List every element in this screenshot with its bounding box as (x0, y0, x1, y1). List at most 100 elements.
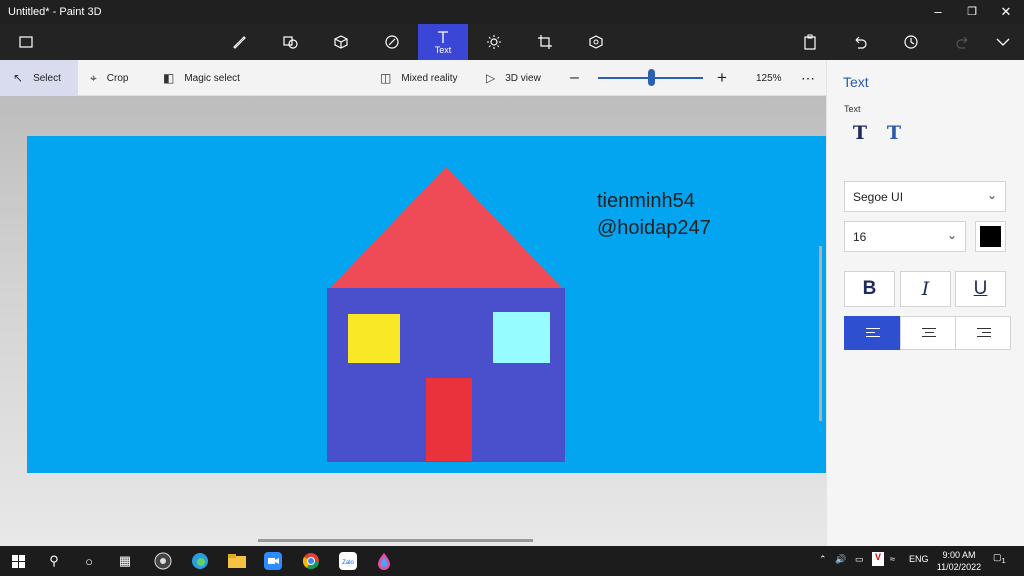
more-options-button[interactable]: ⋯ (801, 60, 815, 96)
system-clock[interactable]: 9:00 AM 11/02/2022 (934, 549, 984, 573)
magic-select-label: Magic select (184, 72, 240, 84)
zoom-in-button[interactable]: + (717, 60, 727, 96)
house-door[interactable] (426, 378, 472, 461)
brushes-button[interactable] (214, 24, 264, 60)
align-center-icon (922, 328, 936, 340)
mixed-reality-icon: ◫ (380, 71, 392, 85)
cube-icon (334, 35, 348, 49)
menu-folder-button[interactable] (0, 24, 52, 60)
expand-menu-button[interactable] (981, 24, 1024, 60)
select-tool[interactable]: ↖ Select (0, 60, 78, 96)
3d-shapes-button[interactable] (316, 24, 366, 60)
zoom-out-button[interactable]: – (570, 60, 579, 96)
canvas-text-box[interactable]: tienminh54 @hoidap247 (597, 188, 711, 242)
align-right-icon (977, 328, 991, 340)
panel-title: Text (843, 74, 869, 90)
house-window-left[interactable] (348, 314, 400, 363)
clipboard-icon (804, 34, 816, 50)
chevron-down-icon: ⌄ (946, 228, 957, 242)
obs-app-icon[interactable] (152, 550, 174, 572)
panel-section-label: Text (844, 104, 861, 114)
edge-browser-icon[interactable] (189, 550, 211, 572)
crop-label: Crop (106, 72, 129, 84)
unikey-icon[interactable]: V (872, 552, 884, 566)
effects-sun-icon (487, 35, 501, 49)
canvas-button[interactable] (520, 24, 570, 60)
chrome-browser-icon[interactable] (300, 550, 322, 572)
align-right-button[interactable] (955, 316, 1011, 350)
house-window-right[interactable] (493, 312, 550, 363)
text-color-swatch (980, 226, 1001, 247)
3d-text-button[interactable]: T (882, 122, 906, 146)
align-left-button[interactable] (844, 316, 900, 350)
workspace: tienminh54 @hoidap247 (0, 96, 826, 546)
zoom-level[interactable]: 125% (756, 60, 782, 96)
zalo-app-icon[interactable]: Zalo (337, 550, 359, 572)
shapes-2d-icon (283, 36, 298, 49)
align-left-icon (866, 328, 880, 340)
drawing-canvas[interactable]: tienminh54 @hoidap247 (27, 136, 826, 473)
canvas-text-line1: tienminh54 (597, 190, 695, 212)
history-button[interactable] (886, 24, 936, 60)
house-roof[interactable] (329, 167, 563, 289)
minimize-button[interactable]: – (921, 2, 955, 22)
paste-button[interactable] (785, 24, 835, 60)
vertical-scrollbar[interactable] (819, 246, 822, 421)
canvas-text-line2: @hoidap247 (597, 217, 711, 239)
speaker-icon[interactable]: 🔊 (835, 554, 846, 565)
align-center-button[interactable] (900, 316, 956, 350)
3d-library-icon (589, 35, 603, 49)
horizontal-scrollbar[interactable] (258, 539, 533, 542)
ribbon: Text (0, 24, 1024, 60)
3d-view-label: 3D view (505, 72, 541, 84)
file-explorer-icon[interactable] (226, 550, 248, 572)
zoom-app-icon[interactable] (262, 550, 284, 572)
3d-view-tool[interactable]: ▷ 3D view (486, 60, 541, 96)
text-tool-label: Text (434, 44, 452, 55)
undo-icon (855, 36, 867, 49)
font-family-value: Segoe UI (853, 189, 904, 204)
3d-library-button[interactable] (571, 24, 621, 60)
mixed-reality-tool[interactable]: ◫ Mixed reality (380, 60, 457, 96)
magic-select-tool[interactable]: ◧ Magic select (163, 60, 240, 96)
font-family-dropdown[interactable]: Segoe UI ⌄ (844, 181, 1006, 212)
show-hidden-icons[interactable]: ⌃ (819, 554, 827, 565)
crop-tool[interactable]: ⌖ Crop (90, 60, 128, 96)
mixed-reality-label: Mixed reality (401, 72, 458, 84)
maximize-button[interactable]: ❐ (955, 2, 989, 22)
title-bar: Untitled* - Paint 3D – ❐ ✕ (0, 0, 1024, 24)
paint-3d-app-icon[interactable] (373, 550, 395, 572)
task-view-icon[interactable]: ▦ (114, 550, 136, 572)
search-icon[interactable]: ⚲ (43, 550, 65, 572)
font-size-dropdown[interactable]: 16 ⌄ (844, 221, 966, 252)
underline-button[interactable]: U (955, 271, 1006, 307)
wifi-icon[interactable]: ≈ (890, 554, 895, 564)
notification-center-icon[interactable]: ▢1 (993, 552, 1006, 565)
select-label: Select (33, 72, 61, 84)
brush-icon (233, 36, 246, 49)
bold-button[interactable]: B (844, 271, 895, 307)
text-color-picker[interactable] (975, 221, 1006, 252)
battery-icon[interactable]: ▭ (855, 554, 864, 565)
windows-start-icon[interactable] (7, 550, 29, 572)
redo-icon (956, 36, 968, 49)
close-button[interactable]: ✕ (989, 2, 1023, 22)
text-tool-button[interactable]: Text (418, 24, 468, 60)
history-icon (904, 35, 918, 49)
stickers-button[interactable] (367, 24, 417, 60)
effects-button[interactable] (469, 24, 519, 60)
italic-button[interactable]: I (900, 271, 951, 307)
chevron-down-icon (996, 38, 1009, 46)
windows-logo-icon (11, 554, 25, 568)
undo-button[interactable] (835, 24, 885, 60)
cortana-icon[interactable]: ○ (78, 550, 100, 572)
taskbar: ⚲ ○ ▦ Zalo ⌃ 🔊 ▭ V ≈ ENG 9:00 AM 11/02/2… (0, 546, 1024, 576)
notification-count: 1 (1001, 555, 1006, 565)
language-indicator[interactable]: ENG (909, 554, 929, 564)
clock-date: 11/02/2022 (936, 562, 982, 572)
chevron-down-icon: ⌄ (986, 188, 997, 202)
2d-shapes-button[interactable] (265, 24, 315, 60)
zoom-slider-thumb[interactable] (648, 69, 655, 86)
2d-text-button[interactable]: T (848, 122, 872, 146)
folder-icon (19, 36, 33, 48)
